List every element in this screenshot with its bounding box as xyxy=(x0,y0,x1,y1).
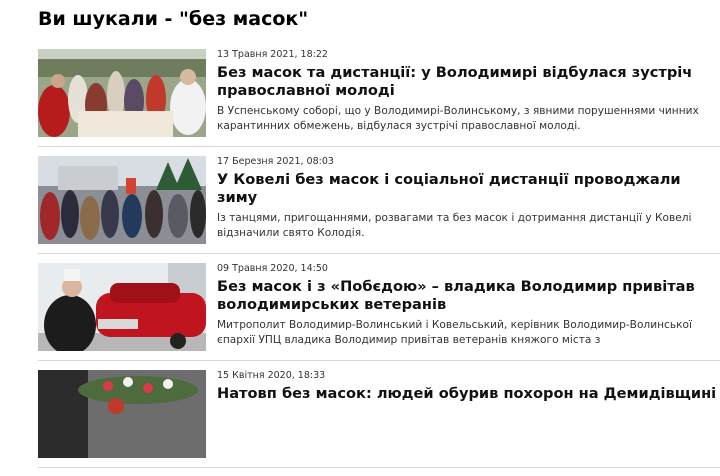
page-title: Ви шукали - "без масок" xyxy=(38,8,309,30)
news-headline-link[interactable]: Без масок та дистанції: у Володимирі від… xyxy=(217,64,720,100)
news-thumbnail[interactable] xyxy=(38,156,206,244)
news-date: 15 Квітня 2020, 18:33 xyxy=(217,370,326,381)
news-date: 17 Березня 2021, 08:03 xyxy=(217,156,334,167)
news-date: 13 Травня 2021, 18:22 xyxy=(217,49,328,60)
street-celebration-photo xyxy=(38,156,206,244)
news-headline-link[interactable]: Без масок і з «Побєдою» – владика Володи… xyxy=(217,278,720,314)
news-thumbnail[interactable] xyxy=(38,370,206,458)
news-item: 09 Травня 2020, 14:50 Без масок і з «Поб… xyxy=(38,262,720,361)
crowd-photo xyxy=(38,49,206,137)
funeral-photo xyxy=(38,370,206,458)
news-item: 15 Квітня 2020, 18:33 Натовп без масок: … xyxy=(38,369,720,468)
news-headline-link[interactable]: У Ковелі без масок і соціальної дистанці… xyxy=(217,171,720,207)
news-item: 13 Травня 2021, 18:22 Без масок та диста… xyxy=(38,48,720,147)
news-thumbnail[interactable] xyxy=(38,263,206,351)
news-summary: Митрополит Володимир-Волинський і Ковель… xyxy=(217,319,692,346)
search-results: 13 Травня 2021, 18:22 Без масок та диста… xyxy=(38,48,720,476)
news-item: 17 Березня 2021, 08:03 У Ковелі без масо… xyxy=(38,155,720,254)
news-thumbnail[interactable] xyxy=(38,49,206,137)
news-headline-link[interactable]: Натовп без масок: людей обурив похорон н… xyxy=(217,385,720,403)
news-summary: Із танцями, пригощаннями, розвагами та б… xyxy=(217,212,692,239)
clergyman-car-photo xyxy=(38,263,206,351)
news-summary: В Успенському соборі, що у Володимирі-Во… xyxy=(217,105,699,132)
news-date: 09 Травня 2020, 14:50 xyxy=(217,263,328,274)
